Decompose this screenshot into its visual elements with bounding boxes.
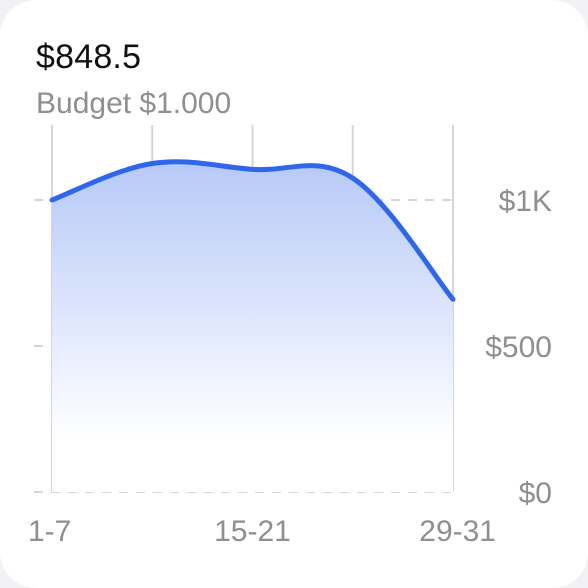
x-tick-label: 15-21	[214, 515, 291, 548]
spending-area-chart: $1K $500 $0 1-7 15-21 29-31	[28, 125, 552, 548]
budget-card: $848.5 Budget $1.000 $1K $500 $0 1-7 15-21 29…	[0, 0, 588, 588]
x-tick-label: 29-31	[419, 515, 496, 548]
y-tick-label: $0	[519, 477, 552, 510]
x-tick-label: 1-7	[28, 515, 71, 548]
y-tick-label: $500	[485, 331, 552, 364]
spending-area-fill	[52, 161, 453, 492]
y-tick-label: $1K	[499, 185, 552, 218]
